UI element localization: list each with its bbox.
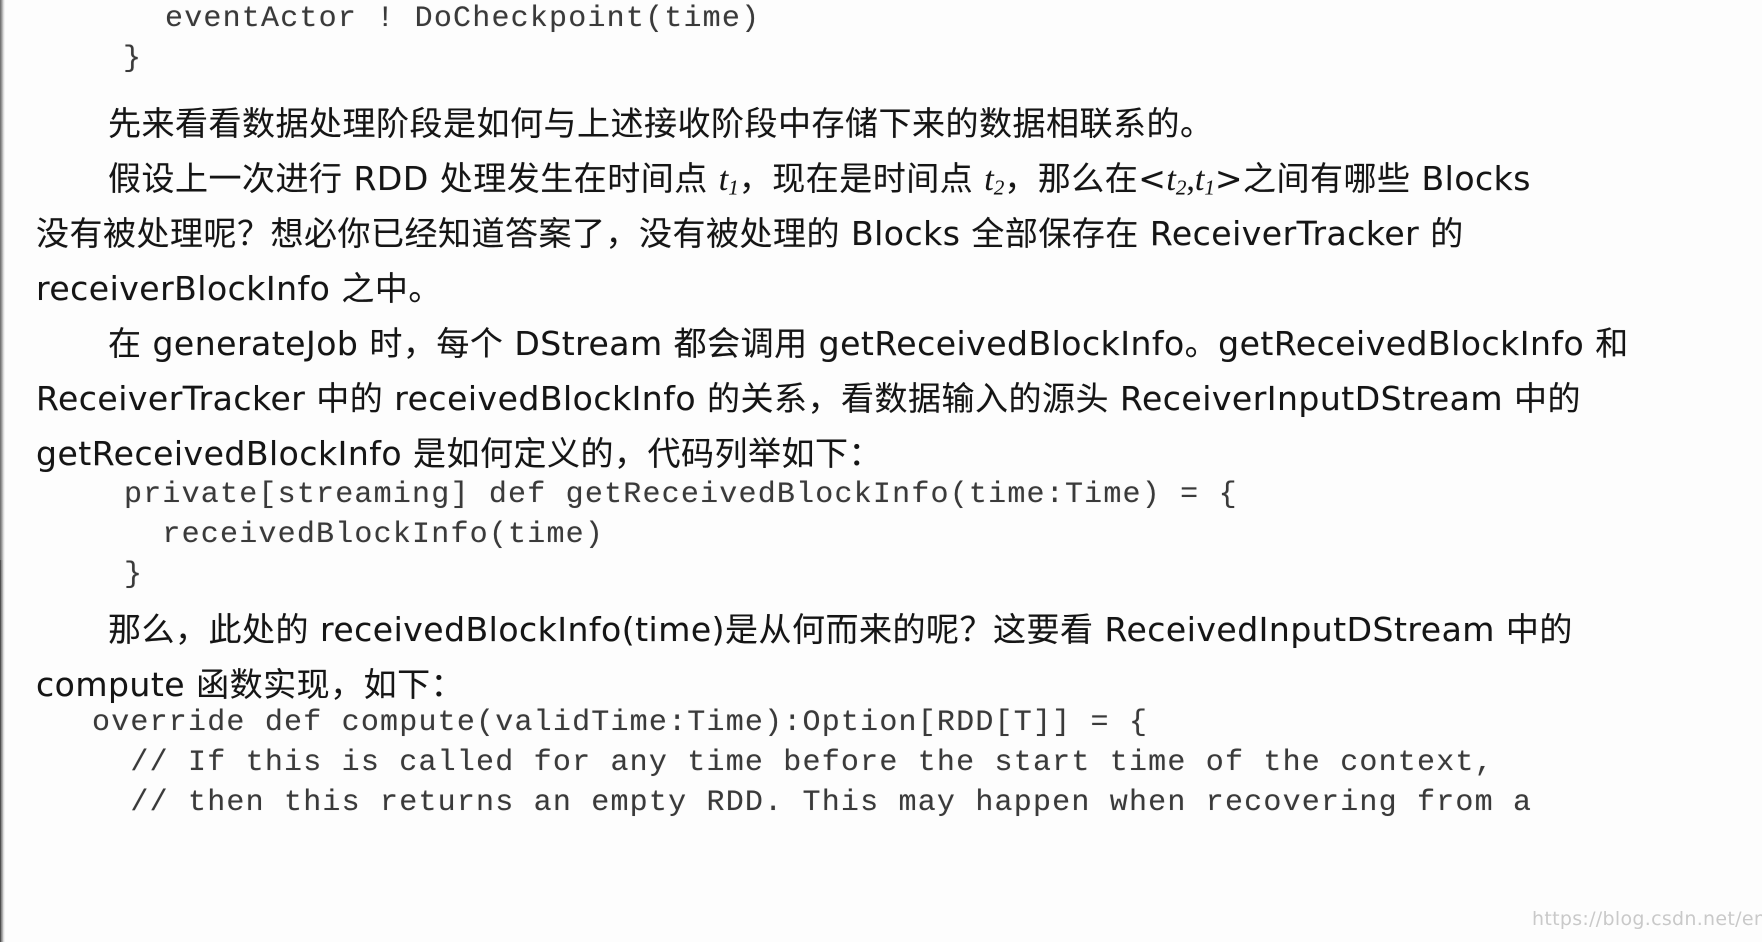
scan-left-edge-artifact-lower: [0, 560, 3, 942]
p2-seg-d: ,: [1186, 161, 1195, 198]
p2-seg-b: ，现在是时间点: [738, 159, 985, 198]
paragraph-2-line-1: 假设上一次进行 RDD 处理发生在时间点 t1，现在是时间点 t2，那么在<t2…: [108, 152, 1531, 201]
paragraph-3-line-2-text: ReceiverTracker 中的 receivedBlockInfo 的关系…: [36, 379, 1582, 418]
paragraph-3-line-1: 在 generateJob 时，每个 DStream 都会调用 getRecei…: [108, 317, 1629, 365]
paragraph-1-line-1: 先来看看数据处理阶段是如何与上述接收阶段中存储下来的数据相联系的。: [108, 97, 1214, 145]
paragraph-4-line-2-text: compute 函数实现，如下：: [36, 665, 465, 704]
p2-seg-c: ，那么在<: [1004, 159, 1167, 198]
paragraph-3-line-1-text: 在 generateJob 时，每个 DStream 都会调用 getRecei…: [108, 324, 1629, 363]
p2-var-t1-sub: 1: [728, 175, 739, 200]
code-line-override-def-compute: override def compute(validTime:Time):Opt…: [92, 706, 1149, 740]
p2-var-t2-sub: 2: [993, 175, 1005, 200]
paragraph-4-line-1: 那么，此处的 receivedBlockInfo(time)是从何而来的呢？这要…: [108, 603, 1573, 651]
scanned-book-page: eventActor ! DoCheckpoint(time) } 先来看看数据…: [0, 0, 1762, 942]
p2-seg-e: >之间有哪些 Blocks: [1214, 159, 1531, 198]
p2-var-t1b-sub: 1: [1204, 175, 1215, 200]
paragraph-1-line-1-text: 先来看看数据处理阶段是如何与上述接收阶段中存储下来的数据相联系的。: [108, 104, 1214, 143]
paragraph-4-line-2: compute 函数实现，如下：: [36, 658, 464, 706]
p2-var-t1: t: [718, 161, 729, 198]
p2-var-t2: t: [984, 161, 994, 198]
p2-var-t2b: t: [1166, 161, 1176, 198]
paragraph-2-line-3: receiverBlockInfo 之中。: [36, 262, 442, 310]
p2-var-t2b-sub: 2: [1175, 175, 1187, 200]
code-line-private-streaming-def: private[streaming] def getReceivedBlockI…: [124, 478, 1238, 512]
paragraph-3-line-2: ReceiverTracker 中的 receivedBlockInfo 的关系…: [36, 372, 1581, 420]
p2-seg-a: 假设上一次进行 RDD 处理发生在时间点: [108, 159, 719, 198]
code-line-close-brace-middle: }: [124, 558, 144, 592]
code-line-comment-then-this-returns: // then this returns an empty RDD. This …: [92, 786, 1533, 820]
paragraph-2-line-2: 没有被处理呢？想必你已经知道答案了，没有被处理的 Blocks 全部保存在 Re…: [36, 207, 1464, 255]
paragraph-3-line-3: getReceivedBlockInfo 是如何定义的，代码列举如下：: [36, 427, 882, 475]
csdn-blog-watermark: https://blog.csdn.net/enlyhua: [1532, 908, 1762, 930]
p2-var-t1b: t: [1194, 161, 1205, 198]
paragraph-4-line-1-text: 那么，此处的 receivedBlockInfo(time)是从何而来的呢？这要…: [108, 610, 1573, 649]
paragraph-2-line-2-text: 没有被处理呢？想必你已经知道答案了，没有被处理的 Blocks 全部保存在 Re…: [36, 214, 1464, 253]
code-line-received-block-info-time: receivedBlockInfo(time): [124, 518, 605, 552]
code-line-close-brace-top: }: [123, 42, 143, 76]
code-line-event-actor: eventActor ! DoCheckpoint(time): [165, 2, 761, 36]
paragraph-3-line-3-text: getReceivedBlockInfo 是如何定义的，代码列举如下：: [36, 434, 883, 473]
code-line-comment-if-this-is-called: // If this is called for any time before…: [92, 746, 1494, 780]
paragraph-2-line-3-text: receiverBlockInfo 之中。: [36, 269, 442, 308]
